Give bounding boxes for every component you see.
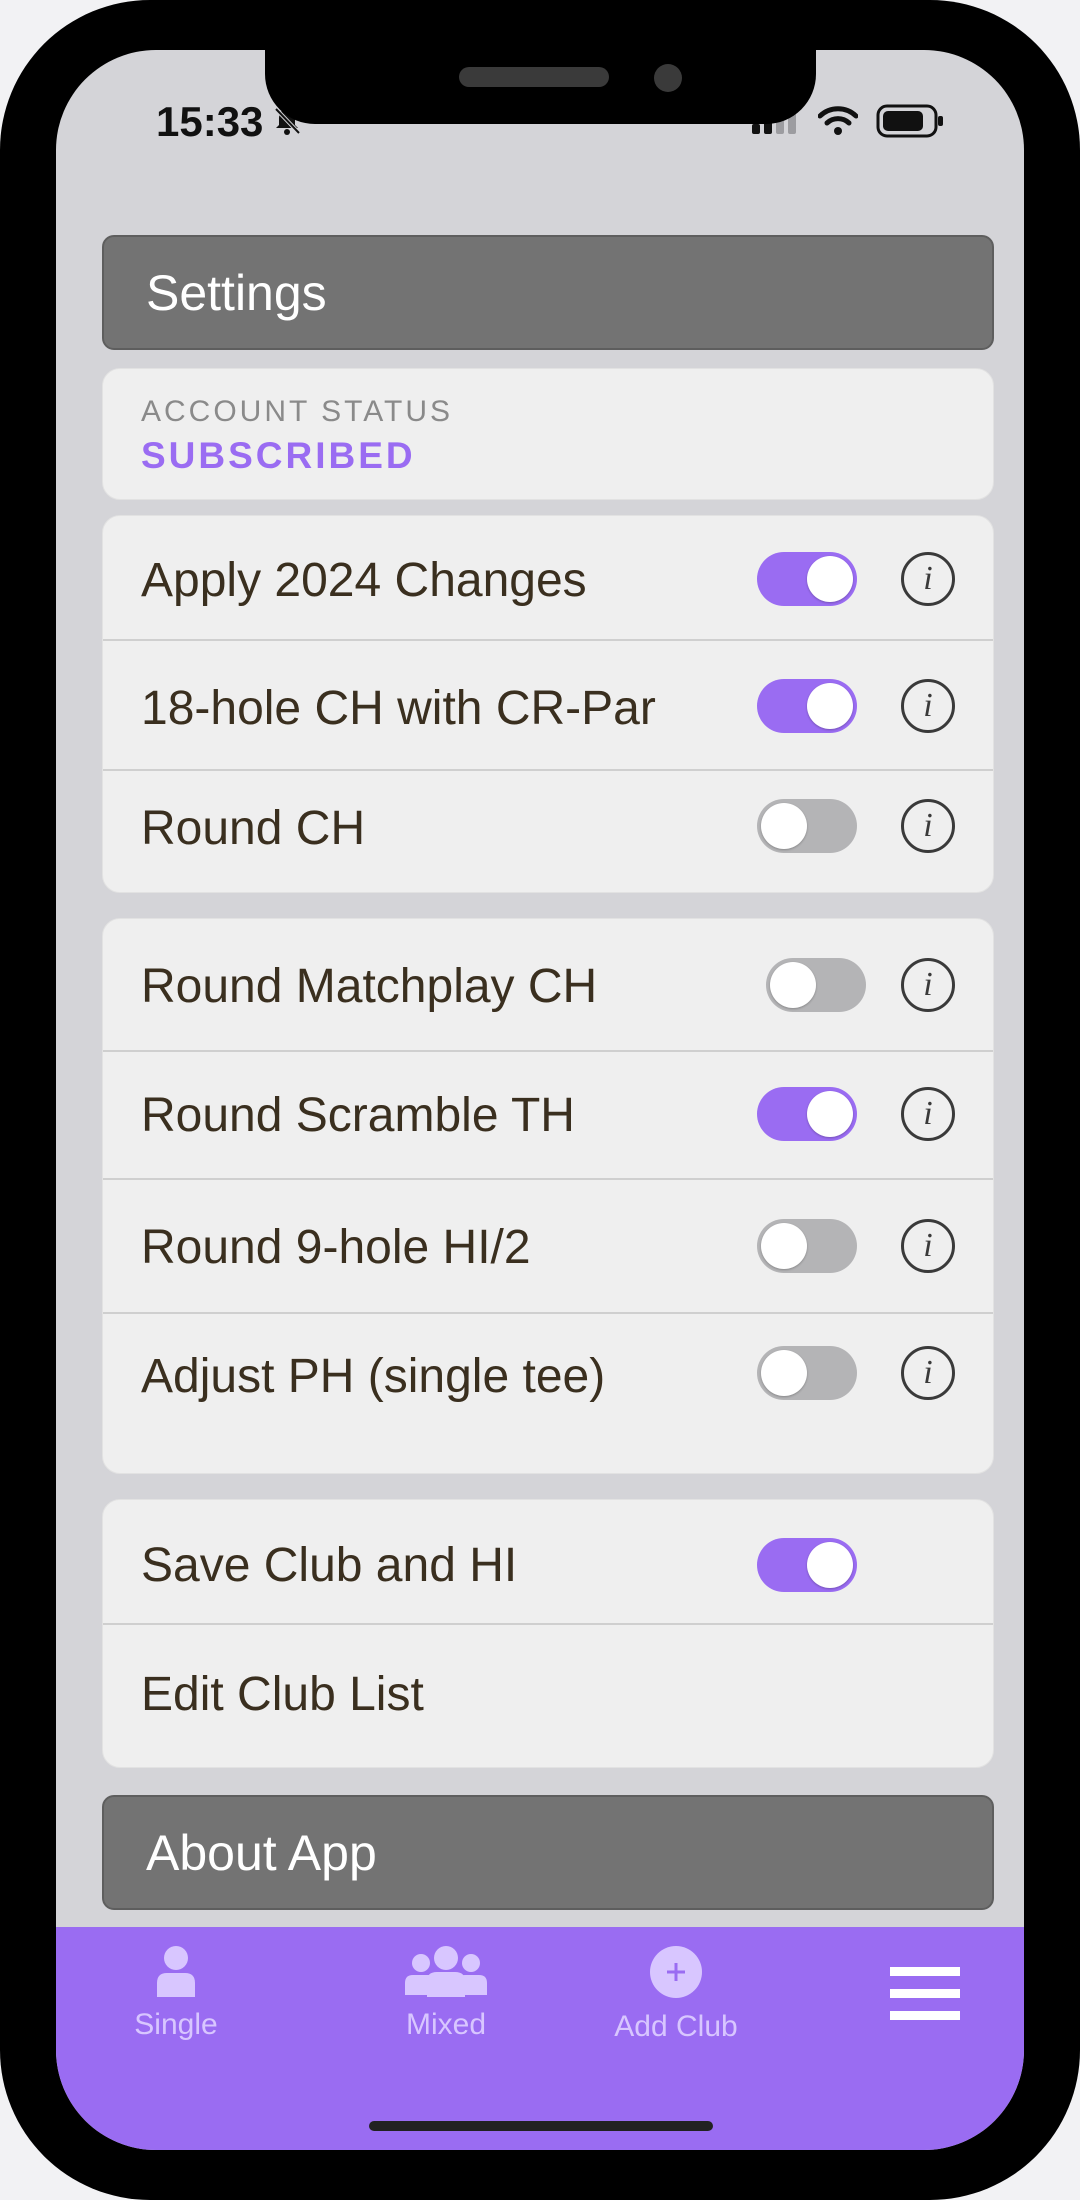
- setting-label: Round Matchplay CH: [141, 960, 598, 1013]
- screen: 15:33 Settings ACCOUNT STATUS SUBSCRIBED…: [56, 50, 1024, 2150]
- round-matchplay-ch-toggle[interactable]: [766, 958, 866, 1012]
- tab-add-club-label: Add Club: [614, 2010, 738, 2043]
- settings-header-title: Settings: [146, 264, 327, 321]
- device-frame: 15:33 Settings ACCOUNT STATUS SUBSCRIBED…: [0, 0, 1080, 2200]
- battery-icon: [876, 104, 944, 143]
- account-status-title: ACCOUNT STATUS: [141, 395, 454, 428]
- setting-label: Save Club and HI: [141, 1539, 518, 1592]
- info-icon[interactable]: i: [901, 1219, 955, 1273]
- about-app-title: About App: [146, 1824, 377, 1881]
- edit-club-list-row[interactable]: Edit Club List: [103, 1625, 993, 1767]
- tab-single-label: Single: [134, 2008, 218, 2041]
- setting-label: Round Scramble TH: [141, 1089, 575, 1142]
- save-club-toggle[interactable]: [757, 1538, 857, 1592]
- edit-club-list-label: Edit Club List: [141, 1668, 424, 1721]
- setting-row-round-ch: Round CH i: [103, 771, 993, 892]
- setting-label: 18-hole CH with CR-Par: [141, 682, 656, 735]
- info-icon[interactable]: i: [901, 1087, 955, 1141]
- account-status-value: SUBSCRIBED: [141, 435, 416, 476]
- add-circle-icon: [650, 1946, 702, 1998]
- person-icon: [157, 1946, 195, 1997]
- wifi-icon: [817, 106, 859, 141]
- tab-mixed[interactable]: Mixed: [386, 1945, 506, 2042]
- info-icon[interactable]: i: [901, 958, 955, 1012]
- settings-group-3: Save Club and HI Edit Club List: [102, 1499, 994, 1768]
- setting-row-round-matchplay-ch: Round Matchplay CH i: [103, 919, 993, 1052]
- group-icon: [405, 1946, 487, 1997]
- round-9-hole-toggle[interactable]: [757, 1219, 857, 1273]
- setting-label: Apply 2024 Changes: [141, 554, 587, 607]
- tab-single[interactable]: Single: [116, 1945, 236, 2042]
- adjust-ph-toggle[interactable]: [757, 1346, 857, 1400]
- round-ch-toggle[interactable]: [757, 799, 857, 853]
- speaker: [459, 67, 609, 87]
- setting-label: Round CH: [141, 802, 366, 855]
- apply-2024-changes-toggle[interactable]: [757, 552, 857, 606]
- tab-bar: Single Mixed Add Club: [56, 1927, 1024, 2150]
- setting-row-round-9-hole: Round 9-hole HI/2 i: [103, 1180, 993, 1314]
- 18-hole-ch-toggle[interactable]: [757, 679, 857, 733]
- tab-add-club[interactable]: Add Club: [601, 1945, 751, 2044]
- camera: [654, 64, 682, 92]
- info-icon[interactable]: i: [901, 552, 955, 606]
- info-icon[interactable]: i: [901, 1346, 955, 1400]
- home-indicator[interactable]: [369, 2121, 713, 2131]
- setting-row-save-club: Save Club and HI: [103, 1500, 993, 1625]
- account-status-card: ACCOUNT STATUS SUBSCRIBED: [102, 368, 994, 500]
- settings-header: Settings: [102, 235, 994, 350]
- setting-row-18-hole-ch: 18-hole CH with CR-Par i: [103, 641, 993, 771]
- tab-menu[interactable]: [890, 1967, 960, 2026]
- setting-label: Round 9-hole HI/2: [141, 1221, 531, 1274]
- settings-group-2: Round Matchplay CH i Round Scramble TH i…: [102, 918, 994, 1474]
- info-icon[interactable]: i: [901, 679, 955, 733]
- status-time: 15:33: [156, 98, 264, 145]
- settings-group-1: Apply 2024 Changes i 18-hole CH with CR-…: [102, 515, 994, 893]
- info-icon[interactable]: i: [901, 799, 955, 853]
- notch: [265, 50, 816, 124]
- setting-row-round-scramble-th: Round Scramble TH i: [103, 1052, 993, 1180]
- setting-row-apply-2024-changes: Apply 2024 Changes i: [103, 516, 993, 641]
- setting-label: Adjust PH (single tee): [141, 1350, 606, 1403]
- tab-mixed-label: Mixed: [405, 2008, 487, 2041]
- menu-icon: [890, 1967, 960, 2020]
- setting-row-adjust-ph: Adjust PH (single tee) i: [103, 1314, 993, 1473]
- round-scramble-th-toggle[interactable]: [757, 1087, 857, 1141]
- about-app-header[interactable]: About App: [102, 1795, 994, 1910]
